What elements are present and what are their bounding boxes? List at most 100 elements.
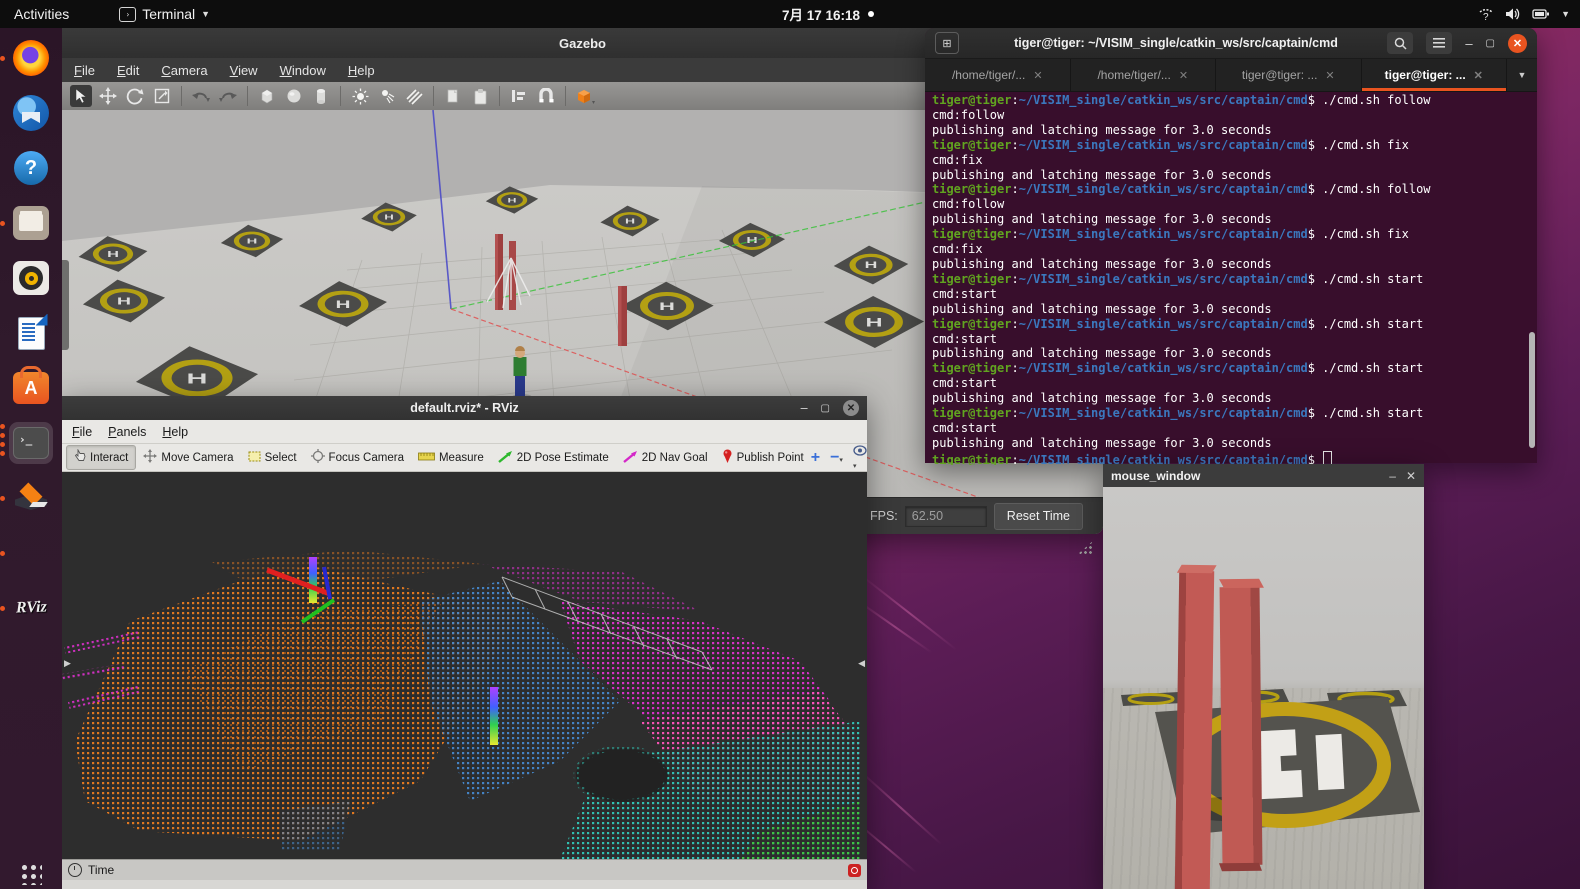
tab-close-icon[interactable]: ✕ bbox=[1179, 69, 1188, 82]
tab-close-icon[interactable]: ✕ bbox=[1033, 69, 1042, 82]
menu-edit[interactable]: Edit bbox=[117, 63, 139, 78]
top-bar: Activities › Terminal ▼ 7月 17 16:18 ? ▼ bbox=[0, 0, 1580, 28]
camera-view[interactable] bbox=[1103, 487, 1424, 889]
dock-item-rhythmbox[interactable] bbox=[9, 257, 53, 299]
camera-type-button[interactable]: ▾ bbox=[853, 445, 869, 471]
rviz-titlebar[interactable]: default.rviz* - RViz – ▢ ✕ bbox=[62, 396, 867, 420]
move-camera-tool-button[interactable]: Move Camera bbox=[136, 446, 240, 469]
chevron-down-icon[interactable]: ▼ bbox=[1561, 9, 1570, 19]
activities-button[interactable]: Activities bbox=[0, 6, 83, 22]
time-panel-close-button[interactable] bbox=[848, 864, 861, 877]
publish-point-tool-button[interactable]: Publish Point bbox=[715, 446, 811, 469]
tab-close-icon[interactable]: ✕ bbox=[1474, 69, 1483, 82]
terminal-prompt-line: tiger@tiger:~/VISIM_single/catkin_ws/src… bbox=[932, 182, 1537, 197]
focus-camera-tool-button[interactable]: Focus Camera bbox=[304, 446, 411, 469]
search-button[interactable] bbox=[1387, 32, 1413, 54]
interact-tool-button[interactable]: Interact bbox=[66, 445, 136, 470]
menu-help[interactable]: Help bbox=[162, 425, 188, 439]
publish-point-icon bbox=[722, 449, 733, 466]
running-indicator bbox=[0, 221, 5, 226]
dock-item-gazebo[interactable] bbox=[9, 477, 53, 519]
menu-view[interactable]: View bbox=[230, 63, 258, 78]
terminal-output[interactable]: tiger@tiger:~/VISIM_single/catkin_ws/src… bbox=[925, 92, 1537, 465]
undo-icon[interactable] bbox=[190, 85, 212, 107]
menu-window[interactable]: Window bbox=[280, 63, 326, 78]
clock[interactable]: 7月 17 16:18 bbox=[782, 0, 874, 28]
spot-light-icon[interactable] bbox=[376, 85, 398, 107]
panel-expand-left[interactable]: ▶ bbox=[64, 658, 71, 669]
dock-item-ubuntu-software[interactable]: A bbox=[9, 367, 53, 409]
tab-list-dropdown[interactable]: ▼ bbox=[1507, 59, 1537, 91]
time-panel-header[interactable]: Time bbox=[62, 859, 867, 880]
select-arrow-icon[interactable] bbox=[70, 85, 92, 107]
terminal-scrollbar-thumb[interactable] bbox=[1529, 332, 1535, 448]
close-icon[interactable]: ✕ bbox=[1406, 469, 1416, 483]
dock-item-libreoffice[interactable] bbox=[9, 312, 53, 354]
menu-camera[interactable]: Camera bbox=[161, 63, 207, 78]
view-cube-icon[interactable] bbox=[574, 85, 596, 107]
reset-time-button[interactable]: Reset Time bbox=[994, 503, 1083, 530]
dock-item-terminal[interactable]: ›_ bbox=[9, 422, 53, 464]
select-tool-button[interactable]: Select bbox=[241, 448, 304, 468]
terminal-tab[interactable]: tiger@tiger: ...✕ bbox=[1216, 59, 1362, 91]
show-applications-icon[interactable] bbox=[20, 863, 42, 885]
red-pillar bbox=[1175, 571, 1214, 889]
translate-icon[interactable] bbox=[97, 85, 119, 107]
minimize-icon[interactable]: – bbox=[1465, 36, 1472, 51]
cylinder-icon[interactable] bbox=[310, 85, 332, 107]
menu-file[interactable]: File bbox=[74, 63, 95, 78]
remove-display-button[interactable]: −▾ bbox=[830, 450, 843, 466]
app-menu[interactable]: › Terminal ▼ bbox=[119, 6, 210, 22]
minimize-icon[interactable]: – bbox=[1389, 469, 1396, 483]
paste-icon[interactable] bbox=[469, 85, 491, 107]
pose-estimate-tool-button[interactable]: 2D Pose Estimate bbox=[491, 447, 616, 469]
scale-icon[interactable] bbox=[151, 85, 173, 107]
system-status-area[interactable]: ? ▼ bbox=[1478, 0, 1570, 28]
clock-label: 7月 17 16:18 bbox=[782, 4, 860, 24]
eye-icon bbox=[853, 445, 869, 456]
terminal-tab[interactable]: /home/tiger/...✕ bbox=[1071, 59, 1217, 91]
add-display-button[interactable]: + bbox=[811, 450, 820, 466]
menu-button[interactable] bbox=[1426, 32, 1452, 54]
sphere-icon[interactable] bbox=[283, 85, 305, 107]
directional-light-icon[interactable] bbox=[403, 85, 425, 107]
tab-close-icon[interactable]: ✕ bbox=[1325, 69, 1334, 82]
maximize-icon[interactable]: ▢ bbox=[1486, 38, 1495, 49]
resize-grip[interactable] bbox=[1078, 540, 1094, 554]
copy-icon[interactable] bbox=[442, 85, 464, 107]
menu-file[interactable]: File bbox=[72, 425, 92, 439]
snap-icon[interactable] bbox=[535, 85, 557, 107]
rotate-icon[interactable] bbox=[124, 85, 146, 107]
tool-label: 2D Nav Goal bbox=[642, 452, 708, 464]
dock-item-thunderbird[interactable] bbox=[9, 92, 53, 134]
dock-item-running-app[interactable] bbox=[9, 532, 53, 574]
terminal-tab-active[interactable]: tiger@tiger: ...✕ bbox=[1362, 59, 1508, 91]
new-tab-button[interactable]: ⊞ bbox=[935, 32, 959, 54]
close-icon[interactable]: ✕ bbox=[1508, 34, 1527, 53]
menu-panels[interactable]: Panels bbox=[108, 425, 146, 439]
minimize-icon[interactable]: – bbox=[801, 401, 808, 415]
maximize-icon[interactable]: ▢ bbox=[821, 403, 830, 414]
mouse-window-titlebar[interactable]: mouse_window – ✕ bbox=[1103, 464, 1424, 487]
dock-item-help[interactable]: ? bbox=[9, 147, 53, 189]
rviz-3d-viewport[interactable]: ▶ ◀ bbox=[62, 472, 867, 859]
dock-item-firefox[interactable] bbox=[9, 37, 53, 79]
point-light-icon[interactable] bbox=[349, 85, 371, 107]
terminal-tab[interactable]: /home/tiger/...✕ bbox=[925, 59, 1071, 91]
measure-tool-button[interactable]: Measure bbox=[411, 449, 491, 467]
panel-expand-right[interactable]: ◀ bbox=[858, 658, 865, 669]
svg-text:H: H bbox=[865, 260, 878, 270]
dock-item-files[interactable] bbox=[9, 202, 53, 244]
close-icon[interactable]: ✕ bbox=[843, 400, 859, 416]
box-icon[interactable] bbox=[256, 85, 278, 107]
terminal-headerbar[interactable]: ⊞ tiger@tiger: ~/VISIM_single/catkin_ws/… bbox=[925, 28, 1537, 59]
redo-icon[interactable] bbox=[217, 85, 239, 107]
side-panel-handle[interactable] bbox=[62, 260, 69, 350]
dock-item-rviz[interactable]: RViz bbox=[9, 587, 53, 629]
interact-icon bbox=[74, 449, 86, 466]
menu-help[interactable]: Help bbox=[348, 63, 375, 78]
nav-goal-tool-button[interactable]: 2D Nav Goal bbox=[616, 447, 715, 469]
clock-icon bbox=[68, 863, 82, 877]
fps-field[interactable]: 62.50 bbox=[905, 506, 987, 527]
align-icon[interactable] bbox=[508, 85, 530, 107]
